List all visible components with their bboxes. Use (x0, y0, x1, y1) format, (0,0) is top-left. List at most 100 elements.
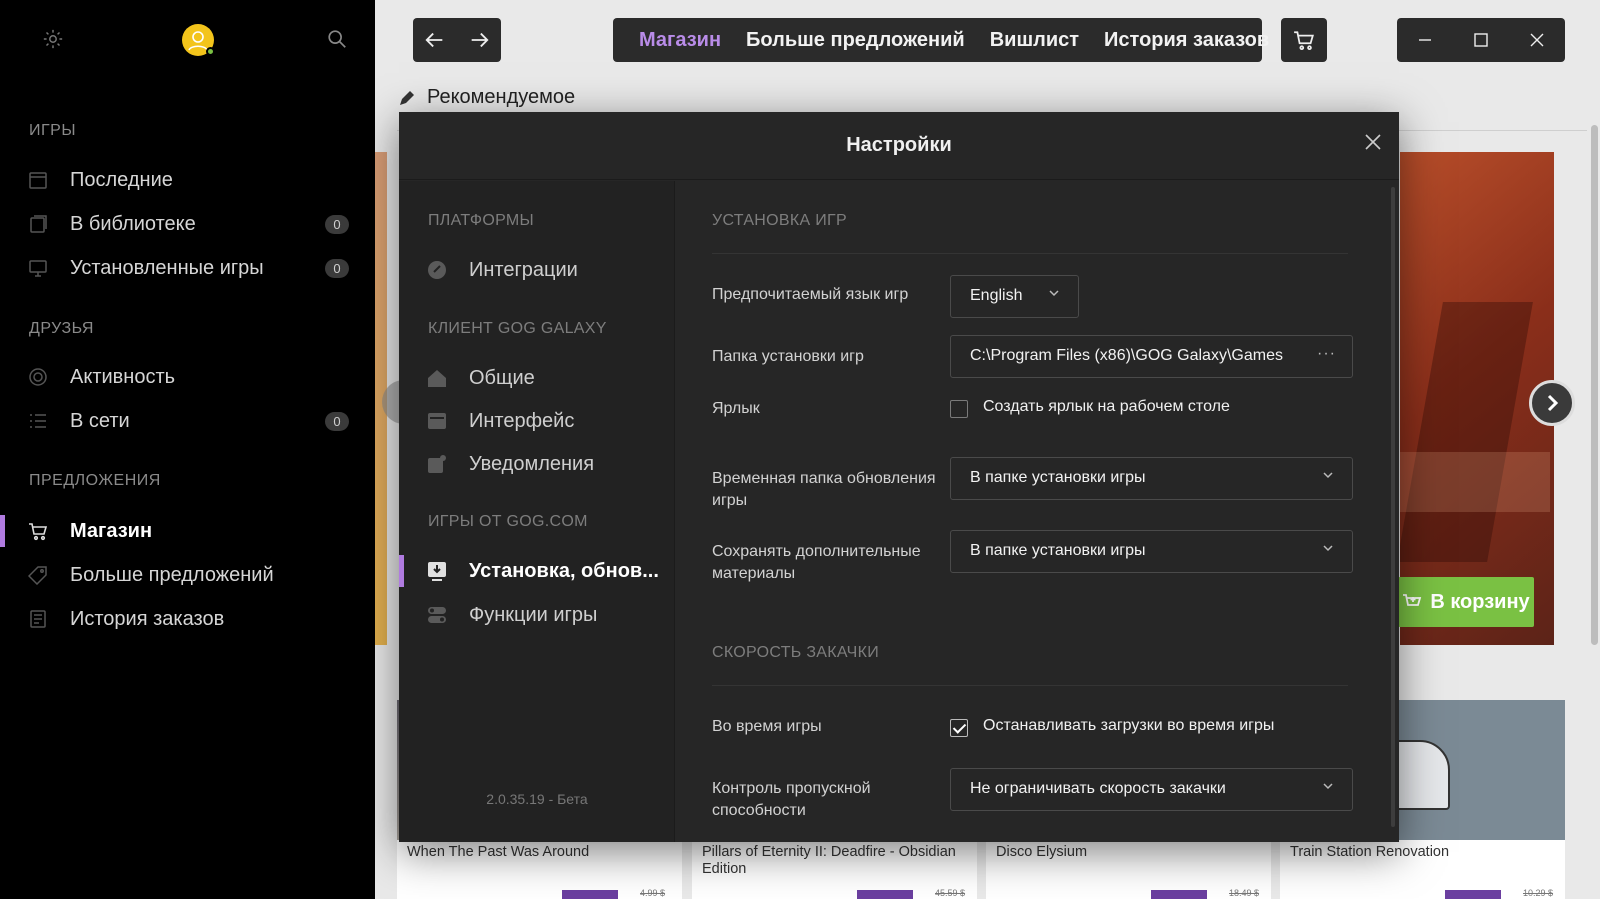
version-label: 2.0.35.19 - Бета (486, 791, 588, 807)
bandwidth-label: Контроль пропускной способности (712, 780, 871, 819)
sidebar-item-library[interactable]: В библиотеке 0 (0, 204, 375, 244)
sidebar-top (0, 20, 375, 60)
tab-store[interactable]: Магазин (639, 29, 721, 52)
install-folder-label: Папка установки игр (712, 348, 864, 365)
toggles-icon (426, 604, 448, 626)
discount-badge (1151, 890, 1207, 899)
sidebar-item-label: В библиотеке (70, 212, 196, 235)
pause-downloads-checkbox[interactable] (950, 719, 968, 737)
back-button[interactable] (413, 18, 457, 62)
forward-button[interactable] (457, 18, 501, 62)
pause-downloads-label[interactable]: Останавливать загрузки во время игры (983, 717, 1274, 735)
settings-nav: ПЛАТФОРМЫ Интеграции КЛИЕНТ GOG GALAXY О… (399, 181, 675, 842)
install-folder-field[interactable]: C:\Program Files (x86)\GOG Galaxy\Games … (950, 335, 1353, 378)
chevron-right-icon (1547, 394, 1559, 412)
desktop-shortcut-label[interactable]: Создать ярлык на рабочем столе (983, 398, 1230, 416)
sidebar-item-label: Больше предложений (70, 563, 274, 586)
sidebar-item-label: История заказов (70, 607, 225, 630)
calendar-icon (28, 170, 48, 190)
maximize-button[interactable] (1453, 18, 1509, 62)
bandwidth-select[interactable]: Не ограничивать скорость закачки (950, 768, 1353, 811)
sidebar-item-activity[interactable]: Активность (0, 357, 375, 397)
close-icon[interactable] (1362, 132, 1384, 154)
tab-order-history[interactable]: История заказов (1104, 29, 1269, 52)
gear-icon[interactable] (42, 28, 64, 50)
settings-nav-notifications[interactable]: Уведомления (399, 444, 675, 484)
ingame-label: Во время игры (712, 718, 822, 735)
page-scrollbar[interactable] (1589, 0, 1600, 899)
discount-badge (562, 890, 618, 899)
count-badge: 0 (325, 412, 349, 431)
language-select[interactable]: English (950, 275, 1079, 318)
dialog-header: Настройки (399, 112, 1399, 180)
featured-heading: Рекомендуемое (397, 86, 575, 109)
link-icon (426, 259, 448, 281)
dialog-title: Настройки (846, 134, 952, 156)
cart-icon (1294, 31, 1314, 51)
hero-figure (1400, 302, 1533, 562)
tab-more-offers[interactable]: Больше предложений (746, 29, 965, 52)
more-icon[interactable]: ··· (1317, 345, 1336, 363)
settings-nav-general[interactable]: Общие (399, 358, 675, 398)
settings-nav-label: Установка, обнов... (469, 559, 659, 582)
settings-nav-label: Интерфейс (469, 409, 575, 432)
settings-nav-label: Функции игры (469, 603, 598, 626)
sidebar-item-store[interactable]: Магазин (0, 511, 375, 551)
cart-icon (28, 521, 48, 541)
carousel-next-button[interactable] (1529, 380, 1575, 426)
game-title: Pillars of Eternity II: Deadfire - Obsid… (702, 844, 956, 877)
settings-nav-install-update[interactable]: Установка, обнов... (399, 551, 675, 591)
sidebar-item-label: Активность (70, 365, 176, 388)
avatar[interactable] (182, 24, 215, 56)
count-badge: 0 (325, 259, 349, 278)
section-download-speed: СКОРОСТЬ ЗАКАЧКИ (712, 644, 880, 661)
temp-folder-select[interactable]: В папке установки игры (950, 457, 1353, 500)
settings-nav-label: Общие (469, 366, 535, 389)
divider (712, 253, 1348, 254)
dialog-scrollbar[interactable] (1391, 187, 1395, 827)
tab-wishlist[interactable]: Вишлист (990, 29, 1079, 52)
online-status-dot (206, 47, 215, 56)
extras-select[interactable]: В папке установки игры (950, 530, 1353, 573)
sidebar-item-recent[interactable]: Последние (0, 160, 375, 200)
download-icon (426, 560, 448, 582)
settings-nav-interface[interactable]: Интерфейс (399, 401, 675, 441)
library-icon (28, 214, 48, 234)
monitor-icon (28, 258, 48, 278)
sidebar-section-games: ИГРЫ (29, 122, 76, 139)
old-price: 10.29 $ (1523, 888, 1554, 898)
pen-icon (400, 90, 414, 105)
list-icon (28, 411, 48, 431)
settings-section-platforms: ПЛАТФОРМЫ (428, 212, 534, 229)
close-button[interactable] (1509, 18, 1565, 62)
minimize-button[interactable] (1397, 18, 1453, 62)
shortcut-label: Ярлык (712, 400, 760, 417)
settings-nav-integrations[interactable]: Интеграции (399, 250, 675, 290)
home-icon (426, 367, 448, 389)
settings-section-games: ИГРЫ ОТ GOG.COM (428, 513, 588, 530)
chevron-down-icon (1322, 779, 1336, 793)
add-to-cart-button[interactable]: В корзину (1398, 577, 1534, 627)
desktop-shortcut-checkbox[interactable] (950, 400, 968, 418)
sidebar-section-friends: ДРУЗЬЯ (29, 320, 94, 337)
sidebar-item-label: Магазин (70, 519, 153, 542)
game-title: Train Station Renovation (1290, 844, 1450, 860)
discount-badge (1445, 890, 1501, 899)
sidebar-item-more-offers[interactable]: Больше предложений (0, 555, 375, 595)
search-icon[interactable] (326, 28, 350, 52)
extras-label: Сохранять дополнительные материалы (712, 543, 921, 582)
sidebar-item-installed[interactable]: Установленные игры 0 (0, 248, 375, 288)
sidebar-item-online[interactable]: В сети 0 (0, 401, 375, 441)
scrollbar-thumb[interactable] (1591, 125, 1598, 645)
cart-button[interactable] (1281, 18, 1327, 62)
cart-plus-icon (1403, 594, 1422, 606)
hero-street (1400, 452, 1550, 512)
count-badge: 0 (325, 215, 349, 234)
install-folder-value: C:\Program Files (x86)\GOG Galaxy\Games (970, 347, 1283, 364)
add-to-cart-label: В корзину (1430, 590, 1530, 613)
sidebar: ИГРЫ Последние В библиотеке 0 Установлен… (0, 0, 375, 899)
sidebar-item-order-history[interactable]: История заказов (0, 599, 375, 639)
chevron-down-icon (1322, 541, 1336, 555)
settings-nav-game-features[interactable]: Функции игры (399, 595, 675, 635)
old-price: 18.49 $ (1229, 888, 1260, 898)
